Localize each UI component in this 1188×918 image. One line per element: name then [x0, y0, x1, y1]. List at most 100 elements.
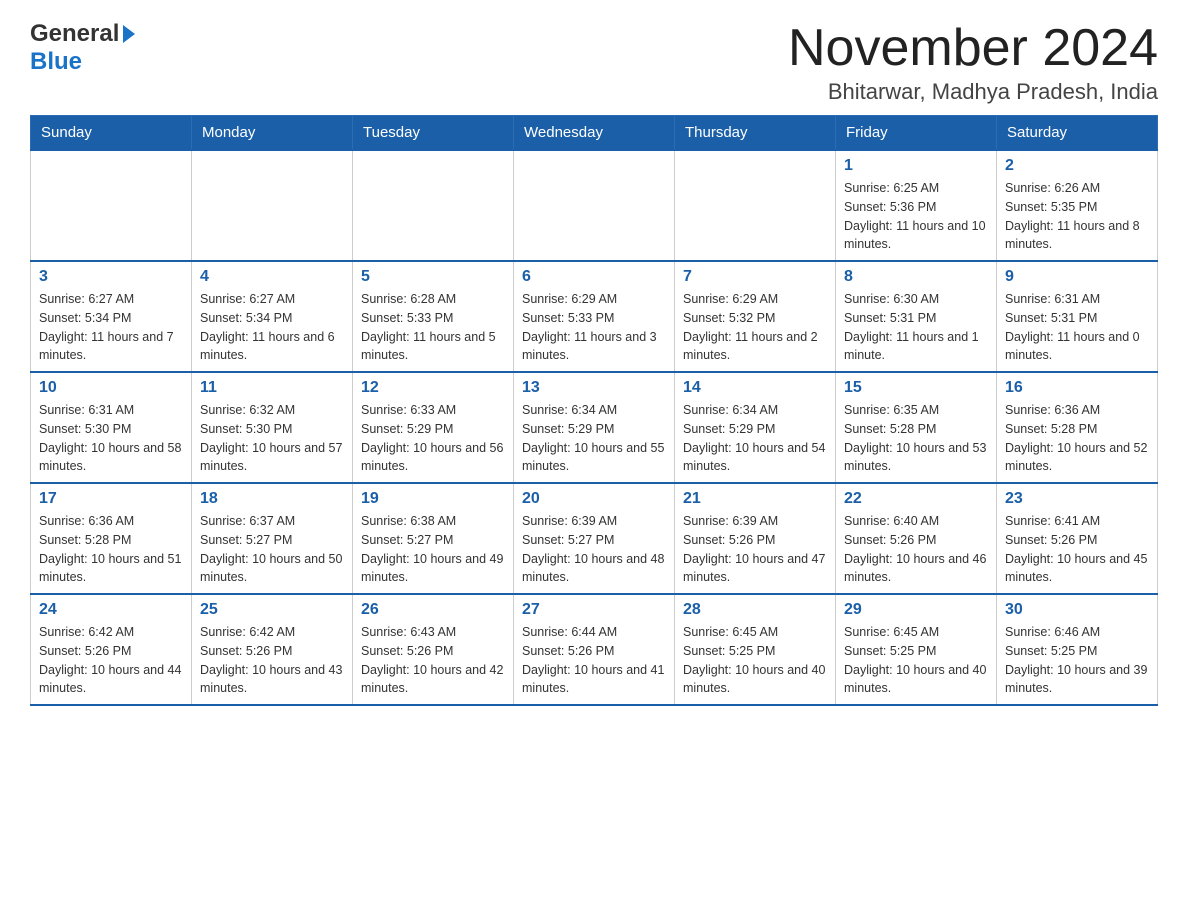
sun-info: Sunrise: 6:31 AMSunset: 5:31 PMDaylight:…: [1005, 290, 1149, 365]
sun-info: Sunrise: 6:46 AMSunset: 5:25 PMDaylight:…: [1005, 623, 1149, 698]
sun-info: Sunrise: 6:41 AMSunset: 5:26 PMDaylight:…: [1005, 512, 1149, 587]
day-number: 13: [522, 379, 666, 397]
logo-triangle-icon: [123, 25, 135, 43]
calendar-cell: 19 Sunrise: 6:38 AMSunset: 5:27 PMDayligh…: [353, 483, 514, 594]
calendar-cell: 8 Sunrise: 6:30 AMSunset: 5:31 PMDaylight…: [836, 261, 997, 372]
calendar-week-row: 1Sunrise: 6:25 AMSunset: 5:36 PMDaylight…: [31, 150, 1158, 261]
sun-info: Sunrise: 6:37 AMSunset: 5:27 PMDaylight:…: [200, 512, 344, 587]
logo: General Blue: [30, 20, 135, 76]
day-number: 20: [522, 490, 666, 508]
weekday-header: Saturday: [997, 116, 1158, 151]
sun-info: Sunrise: 6:33 AMSunset: 5:29 PMDaylight:…: [361, 401, 505, 476]
sun-info: Sunrise: 6:30 AMSunset: 5:31 PMDaylight:…: [844, 290, 988, 365]
weekday-header: Tuesday: [353, 116, 514, 151]
sun-info: Sunrise: 6:36 AMSunset: 5:28 PMDaylight:…: [1005, 401, 1149, 476]
sun-info: Sunrise: 6:45 AMSunset: 5:25 PMDaylight:…: [683, 623, 827, 698]
calendar-cell: 6 Sunrise: 6:29 AMSunset: 5:33 PMDaylight…: [514, 261, 675, 372]
calendar-cell: 9 Sunrise: 6:31 AMSunset: 5:31 PMDaylight…: [997, 261, 1158, 372]
day-number: 8: [844, 268, 988, 286]
month-title: November 2024: [788, 20, 1158, 77]
calendar-cell: 4Sunrise: 6:27 AMSunset: 5:34 PMDaylight…: [192, 261, 353, 372]
calendar-cell: 18 Sunrise: 6:37 AMSunset: 5:27 PMDayligh…: [192, 483, 353, 594]
day-number: 30: [1005, 601, 1149, 619]
page-header: General Blue November 2024 Bhitarwar, Ma…: [30, 20, 1158, 105]
calendar-cell: 13 Sunrise: 6:34 AMSunset: 5:29 PMDayligh…: [514, 372, 675, 483]
day-number: 3: [39, 268, 183, 286]
weekday-header: Monday: [192, 116, 353, 151]
day-number: 25: [200, 601, 344, 619]
logo-blue-text: Blue: [30, 48, 82, 76]
sun-info: Sunrise: 6:27 AMSunset: 5:34 PMDaylight:…: [39, 290, 183, 365]
sun-info: Sunrise: 6:36 AMSunset: 5:28 PMDaylight:…: [39, 512, 183, 587]
day-number: 12: [361, 379, 505, 397]
calendar-cell: 22Sunrise: 6:40 AMSunset: 5:26 PMDayligh…: [836, 483, 997, 594]
calendar-cell: 26 Sunrise: 6:43 AMSunset: 5:26 PMDayligh…: [353, 594, 514, 705]
calendar-cell: [31, 150, 192, 261]
calendar-cell: 11 Sunrise: 6:32 AMSunset: 5:30 PMDayligh…: [192, 372, 353, 483]
day-number: 17: [39, 490, 183, 508]
calendar-cell: 5 Sunrise: 6:28 AMSunset: 5:33 PMDaylight…: [353, 261, 514, 372]
day-number: 21: [683, 490, 827, 508]
calendar-cell: 2Sunrise: 6:26 AMSunset: 5:35 PMDaylight…: [997, 150, 1158, 261]
calendar-cell: 16 Sunrise: 6:36 AMSunset: 5:28 PMDayligh…: [997, 372, 1158, 483]
day-number: 18: [200, 490, 344, 508]
sun-info: Sunrise: 6:43 AMSunset: 5:26 PMDaylight:…: [361, 623, 505, 698]
day-number: 23: [1005, 490, 1149, 508]
calendar-cell: 7Sunrise: 6:29 AMSunset: 5:32 PMDaylight…: [675, 261, 836, 372]
calendar-cell: 17 Sunrise: 6:36 AMSunset: 5:28 PMDayligh…: [31, 483, 192, 594]
day-number: 16: [1005, 379, 1149, 397]
sun-info: Sunrise: 6:29 AMSunset: 5:32 PMDaylight:…: [683, 290, 827, 365]
weekday-header: Friday: [836, 116, 997, 151]
day-number: 6: [522, 268, 666, 286]
sun-info: Sunrise: 6:38 AMSunset: 5:27 PMDaylight:…: [361, 512, 505, 587]
sun-info: Sunrise: 6:42 AMSunset: 5:26 PMDaylight:…: [39, 623, 183, 698]
sun-info: Sunrise: 6:45 AMSunset: 5:25 PMDaylight:…: [844, 623, 988, 698]
calendar-week-row: 3 Sunrise: 6:27 AMSunset: 5:34 PMDaylight…: [31, 261, 1158, 372]
sun-info: Sunrise: 6:34 AMSunset: 5:29 PMDaylight:…: [683, 401, 827, 476]
day-number: 10: [39, 379, 183, 397]
sun-info: Sunrise: 6:32 AMSunset: 5:30 PMDaylight:…: [200, 401, 344, 476]
sun-info: Sunrise: 6:44 AMSunset: 5:26 PMDaylight:…: [522, 623, 666, 698]
day-number: 26: [361, 601, 505, 619]
calendar-week-row: 10Sunrise: 6:31 AMSunset: 5:30 PMDayligh…: [31, 372, 1158, 483]
day-number: 27: [522, 601, 666, 619]
sun-info: Sunrise: 6:28 AMSunset: 5:33 PMDaylight:…: [361, 290, 505, 365]
calendar-cell: [675, 150, 836, 261]
calendar-cell: 1Sunrise: 6:25 AMSunset: 5:36 PMDaylight…: [836, 150, 997, 261]
title-block: November 2024 Bhitarwar, Madhya Pradesh,…: [788, 20, 1158, 105]
day-number: 22: [844, 490, 988, 508]
calendar-cell: 30 Sunrise: 6:46 AMSunset: 5:25 PMDayligh…: [997, 594, 1158, 705]
calendar-cell: 10Sunrise: 6:31 AMSunset: 5:30 PMDayligh…: [31, 372, 192, 483]
day-number: 1: [844, 157, 988, 175]
calendar-week-row: 24 Sunrise: 6:42 AMSunset: 5:26 PMDayligh…: [31, 594, 1158, 705]
day-number: 2: [1005, 157, 1149, 175]
weekday-header: Thursday: [675, 116, 836, 151]
day-number: 28: [683, 601, 827, 619]
day-number: 5: [361, 268, 505, 286]
calendar-cell: 25Sunrise: 6:42 AMSunset: 5:26 PMDayligh…: [192, 594, 353, 705]
calendar-cell: 14 Sunrise: 6:34 AMSunset: 5:29 PMDayligh…: [675, 372, 836, 483]
calendar-cell: [514, 150, 675, 261]
calendar-header-row: SundayMondayTuesdayWednesdayThursdayFrid…: [31, 116, 1158, 151]
day-number: 24: [39, 601, 183, 619]
calendar-week-row: 17 Sunrise: 6:36 AMSunset: 5:28 PMDayligh…: [31, 483, 1158, 594]
calendar-cell: 20 Sunrise: 6:39 AMSunset: 5:27 PMDayligh…: [514, 483, 675, 594]
day-number: 4: [200, 268, 344, 286]
sun-info: Sunrise: 6:35 AMSunset: 5:28 PMDaylight:…: [844, 401, 988, 476]
weekday-header: Wednesday: [514, 116, 675, 151]
day-number: 19: [361, 490, 505, 508]
sun-info: Sunrise: 6:39 AMSunset: 5:27 PMDaylight:…: [522, 512, 666, 587]
calendar-cell: [192, 150, 353, 261]
calendar-cell: 27 Sunrise: 6:44 AMSunset: 5:26 PMDayligh…: [514, 594, 675, 705]
calendar-cell: 23 Sunrise: 6:41 AMSunset: 5:26 PMDayligh…: [997, 483, 1158, 594]
calendar-cell: 15Sunrise: 6:35 AMSunset: 5:28 PMDayligh…: [836, 372, 997, 483]
location-title: Bhitarwar, Madhya Pradesh, India: [788, 79, 1158, 105]
calendar-cell: 3 Sunrise: 6:27 AMSunset: 5:34 PMDaylight…: [31, 261, 192, 372]
sun-info: Sunrise: 6:29 AMSunset: 5:33 PMDaylight:…: [522, 290, 666, 365]
day-number: 14: [683, 379, 827, 397]
day-number: 11: [200, 379, 344, 397]
calendar-table: SundayMondayTuesdayWednesdayThursdayFrid…: [30, 115, 1158, 706]
sun-info: Sunrise: 6:34 AMSunset: 5:29 PMDaylight:…: [522, 401, 666, 476]
day-number: 9: [1005, 268, 1149, 286]
weekday-header: Sunday: [31, 116, 192, 151]
